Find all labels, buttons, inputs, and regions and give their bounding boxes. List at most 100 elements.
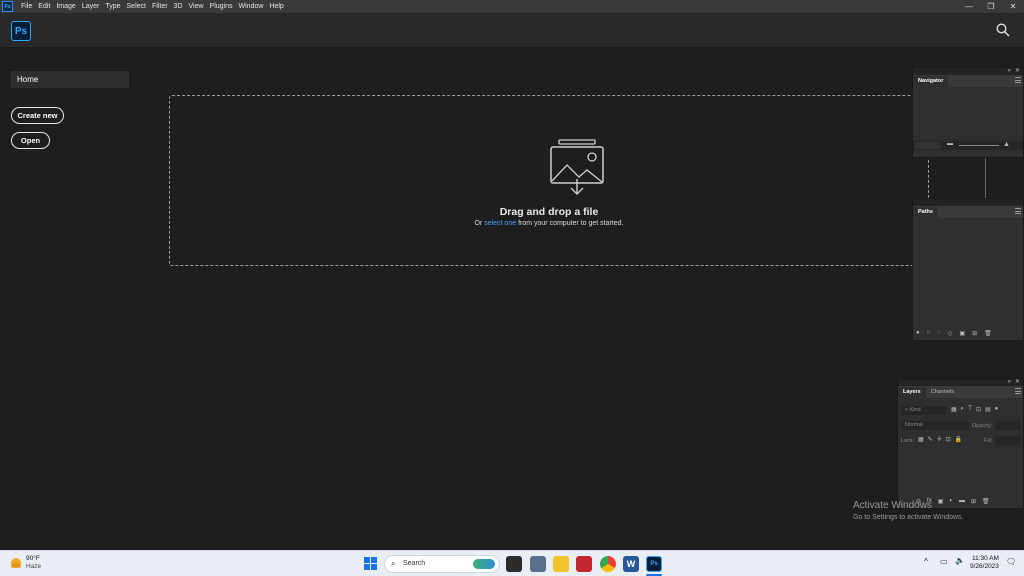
search-icon[interactable] <box>996 23 1010 37</box>
menu-window[interactable]: Window <box>236 3 267 10</box>
photoshop-taskbar-icon[interactable]: Ps <box>646 556 662 572</box>
lock-brush-icon[interactable]: ✎ <box>928 436 933 443</box>
type-filter-icon[interactable]: T <box>968 406 972 413</box>
home-tab[interactable]: Home <box>11 71 129 88</box>
taskbar: 90°F Haze ⌕ Search W Ps ^ ▭ 🔈 11:30 AM 9… <box>0 550 1024 576</box>
close-button[interactable]: ✕ <box>1002 0 1024 13</box>
tab-layers[interactable]: Layers <box>898 387 926 398</box>
ps-app-icon[interactable]: Ps <box>2 1 13 12</box>
menu-3d[interactable]: 3D <box>171 3 186 10</box>
menu-edit[interactable]: Edit <box>35 3 53 10</box>
clock[interactable]: 11:30 AM 9/26/2023 <box>970 555 999 571</box>
zoom-field[interactable] <box>915 142 941 149</box>
menu-type[interactable]: Type <box>102 3 123 10</box>
chevron-up-icon[interactable]: ^ <box>924 557 928 566</box>
activate-windows-watermark: Activate Windows Go to Settings to activ… <box>853 500 964 521</box>
fill-field[interactable] <box>995 436 1021 445</box>
smart-object-filter-icon[interactable]: ▤ <box>985 406 991 413</box>
adjustment-filter-icon[interactable]: ◐ <box>961 406 965 413</box>
lock-artboard-icon[interactable]: ⊡ <box>946 436 951 443</box>
panel-menu-icon[interactable] <box>1015 77 1021 83</box>
drop-subtitle-prefix: Or <box>474 220 485 227</box>
drop-subtitle-suffix: from your computer to get started. <box>516 220 624 227</box>
image-import-icon <box>550 139 604 195</box>
drop-subtitle: Or select one from your computer to get … <box>169 220 929 227</box>
layer-filter-kind[interactable]: ⌕ Kind <box>901 406 947 415</box>
activate-subtitle: Go to Settings to activate Windows. <box>853 514 964 521</box>
menu-plugins[interactable]: Plugins <box>207 3 236 10</box>
collapse-icon[interactable]: » <box>1008 68 1011 75</box>
search-highlight-icon <box>473 559 495 569</box>
tab-navigator[interactable]: Navigator <box>913 76 949 87</box>
stroke-path-icon[interactable]: ○ <box>927 330 931 336</box>
lock-all-icon[interactable]: 🔒 <box>955 436 962 443</box>
restore-button[interactable]: ❐ <box>980 0 1002 13</box>
weather-widget[interactable]: 90°F Haze <box>26 555 41 571</box>
zoom-out-icon[interactable]: ▬ <box>947 141 953 147</box>
fill-path-icon[interactable]: ● <box>916 330 920 336</box>
panel-close-icon[interactable]: ✕ <box>1015 68 1020 75</box>
menu-view[interactable]: View <box>186 3 207 10</box>
select-file-link[interactable]: select one <box>484 220 516 227</box>
pixel-filter-icon[interactable]: ▦ <box>951 406 957 413</box>
windows-start-icon[interactable] <box>364 557 377 570</box>
filezilla-icon[interactable] <box>576 556 592 572</box>
panel-menu-icon[interactable] <box>1015 388 1021 394</box>
menu-layer[interactable]: Layer <box>79 3 103 10</box>
app-header: Ps <box>0 13 1024 48</box>
create-new-button[interactable]: Create new <box>11 107 64 124</box>
menu-select[interactable]: Select <box>124 3 149 10</box>
task-view-icon[interactable] <box>506 556 522 572</box>
shape-filter-icon[interactable]: ⊡ <box>976 406 981 413</box>
paths-footer: ● ○ ◌ ◇ ▣ ⊞ 🗑 <box>913 326 1023 340</box>
menu-filter[interactable]: Filter <box>149 3 171 10</box>
blend-mode-select[interactable]: Normal <box>901 421 969 430</box>
fill-label: Fill: <box>984 438 993 444</box>
menu-image[interactable]: Image <box>53 3 78 10</box>
volume-icon[interactable]: 🔈 <box>955 556 965 565</box>
taskbar-search[interactable]: ⌕ Search <box>384 555 500 573</box>
activate-title: Activate Windows <box>853 500 932 511</box>
layers-panel: » ✕ Layers Channels ⌕ Kind ▦ ◐ T ⊡ ▤ ● No… <box>897 378 1024 509</box>
word-icon[interactable]: W <box>623 556 639 572</box>
zoom-in-icon[interactable]: ▲ <box>1003 141 1010 148</box>
search-icon: ⌕ <box>905 407 909 413</box>
new-path-icon[interactable]: ⊞ <box>972 330 977 337</box>
panel-menu-icon[interactable] <box>1015 208 1021 214</box>
lock-icons: ▦ ✎ ✛ ⊡ 🔒 <box>918 436 962 443</box>
lock-position-icon[interactable]: ✛ <box>937 436 942 443</box>
add-mask-icon[interactable]: ▣ <box>959 330 965 337</box>
search-icon: ⌕ <box>391 559 396 568</box>
taskbar-search-label: Search <box>403 560 426 567</box>
tab-channels[interactable]: Channels <box>926 387 959 398</box>
layer-filter-icons: ▦ ◐ T ⊡ ▤ ● <box>951 406 998 413</box>
delete-icon[interactable]: 🗑 <box>982 498 990 505</box>
load-selection-icon[interactable]: ◌ <box>937 330 941 336</box>
calculator-icon[interactable] <box>530 556 546 572</box>
sun-haze-icon[interactable] <box>9 556 23 570</box>
clock-date: 9/26/2023 <box>970 563 999 570</box>
filter-toggle-icon[interactable]: ● <box>995 406 999 413</box>
network-icon[interactable]: ▭ <box>940 557 948 566</box>
zoom-slider[interactable] <box>959 145 999 146</box>
minimize-button[interactable]: — <box>958 0 980 13</box>
file-explorer-icon[interactable] <box>553 556 569 572</box>
weather-temp: 90°F <box>26 555 40 562</box>
make-path-icon[interactable]: ◇ <box>948 330 953 337</box>
tab-paths[interactable]: Paths <box>913 207 938 218</box>
delete-icon[interactable]: 🗑 <box>984 330 992 337</box>
notification-icon[interactable]: 🗨 <box>1006 557 1016 566</box>
panel-close-icon[interactable]: ✕ <box>1015 379 1020 386</box>
collapse-icon[interactable]: » <box>1008 379 1011 386</box>
open-button[interactable]: Open <box>11 132 50 149</box>
ps-logo[interactable]: Ps <box>11 21 31 41</box>
lock-label: Lock: <box>901 438 915 444</box>
opacity-field[interactable] <box>995 421 1021 430</box>
chrome-icon[interactable] <box>600 556 616 572</box>
clock-time: 11:30 AM <box>971 555 999 562</box>
menu-help[interactable]: Help <box>266 3 286 10</box>
new-layer-icon[interactable]: ⊞ <box>971 498 976 505</box>
menu-file[interactable]: File <box>18 3 35 10</box>
lock-pixels-icon[interactable]: ▦ <box>918 436 924 443</box>
kind-label: Kind <box>909 407 921 413</box>
